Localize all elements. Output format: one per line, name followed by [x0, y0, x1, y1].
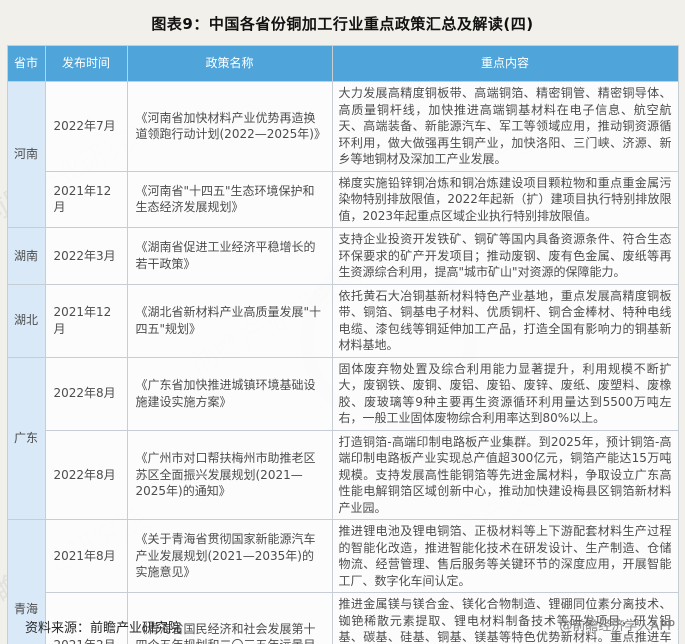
header-row: 省市 发布时间 政策名称 重点内容	[6, 45, 679, 82]
table-row: 2022年8月 《广州市对口帮扶梅州市助推老区苏区全面振兴发展规划(2021—20…	[7, 429, 679, 520]
header-cell-1: 发布时间	[44, 45, 128, 82]
figure-page: 前瞻产业研究院 前瞻产业研究院 前瞻产业研究院 前瞻产业研究院 前瞻产业研究院 …	[0, 0, 685, 644]
table-row: 湖北 2021年12月 《湖北省新材料产业高质量发展"十四五"规划》 依托黄石大冶铜基…	[6, 283, 679, 358]
content-cell: 推进锂电池及锂电铜箔、正极材料等上下游配套材料生产过程的智能化改造，推进智能化技…	[331, 519, 679, 593]
content-cell: 固体废弃物处置及综合利用能力显著提升，利用规模不断扩大，废钢铁、废铜、废铝、废铅…	[331, 356, 679, 431]
header-cell-3: 重点内容	[331, 45, 679, 82]
province-cell: 河南	[6, 81, 46, 228]
content-cell: 大力发展高精度铜板带、高端铜箔、精密铜管、精密铜导体、高质量铜杆线，加快推进高端…	[331, 81, 679, 172]
province-cell: 广东	[6, 356, 46, 520]
table-row: 青海 2021年8月 《关于青海省贯彻国家新能源汽车产业发展规划(2021—2035…	[6, 519, 679, 644]
content-cell: 依托黄石大冶铜基新材料特色产业基地，重点发展高精度铜板带、铜箔、铜基电子材料、优…	[331, 283, 679, 358]
date-cell: 2021年8月	[44, 519, 128, 593]
app-credit: @前瞻经济学人APP	[559, 619, 675, 634]
source-note: 资料来源：前瞻产业研究院	[25, 621, 182, 636]
figure-title: 图表9：中国各省份铜加工行业重点政策汇总及解读(四)	[151, 15, 534, 33]
date-cell: 2022年8月	[44, 356, 128, 431]
table-row: 2021年12月 《河南省"十四五"生态环境保护和生态经济发展规划》 梯度实施铅锌铜…	[7, 170, 679, 228]
table-body: 河南 2022年7月 《河南省加快材料产业优势再造换道领跑行动计划(2022—202…	[6, 81, 679, 644]
table-row: 湖南 2022年3月 《湖南省促进工业经济平稳增长的若干政策》 支持企业投资开发铁矿、…	[6, 227, 679, 285]
content-cell: 梯度实施铅锌铜冶炼和铜冶炼建设项目颗粒物和重点重金属污染物特别排放限值，2022…	[331, 170, 679, 228]
policy-cell: 《湖南省促进工业经济平稳增长的若干政策》	[126, 227, 333, 285]
province-cell: 湖北	[6, 283, 46, 358]
content-cell: 支持企业投资开发铁矿、铜矿等国内具备资源条件、符合生态环保要求的矿产开发项目；推…	[331, 227, 679, 285]
policy-table: 省市 发布时间 政策名称 重点内容 河南 2022年7月 《河南省加快材料产业优势再造换道…	[6, 45, 679, 644]
date-cell: 2021年12月	[44, 283, 128, 358]
policy-cell: 《广东省加快推进城镇环境基础设施建设实施方案》	[126, 356, 333, 431]
table-row: 广东 2022年8月 《广东省加快推进城镇环境基础设施建设实施方案》 固体废弃物处置及…	[6, 356, 679, 520]
date-cell: 2021年12月	[44, 170, 128, 228]
content-cell: 打造铜箔-高端印制电路板产业集群。到2025年，预计铜箔-高端印制电路板产业实现…	[331, 429, 679, 520]
policy-cell: 《河南省加快材料产业优势再造换道领跑行动计划(2022—2025年)》	[126, 81, 333, 172]
table-header: 省市 发布时间 政策名称 重点内容	[6, 45, 679, 82]
policy-cell: 《河南省"十四五"生态环境保护和生态经济发展规划》	[126, 170, 333, 228]
province-cell: 湖南	[6, 227, 46, 285]
date-cell: 2022年3月	[44, 227, 128, 285]
header-cell-2: 政策名称	[126, 45, 333, 82]
policy-cell: 《广州市对口帮扶梅州市助推老区苏区全面振兴发展规划(2021—2025年)的通知…	[126, 429, 333, 520]
date-cell: 2022年7月	[44, 81, 128, 172]
policy-cell: 《湖北省新材料产业高质量发展"十四五"规划》	[126, 283, 333, 358]
policy-cell: 《关于青海省贯彻国家新能源汽车产业发展规划(2021—2035年)的实施意见》	[126, 519, 333, 593]
header-cell-0: 省市	[6, 45, 46, 82]
table-row: 河南 2022年7月 《河南省加快材料产业优势再造换道领跑行动计划(2022—202…	[6, 81, 679, 228]
date-cell: 2022年8月	[44, 429, 128, 520]
